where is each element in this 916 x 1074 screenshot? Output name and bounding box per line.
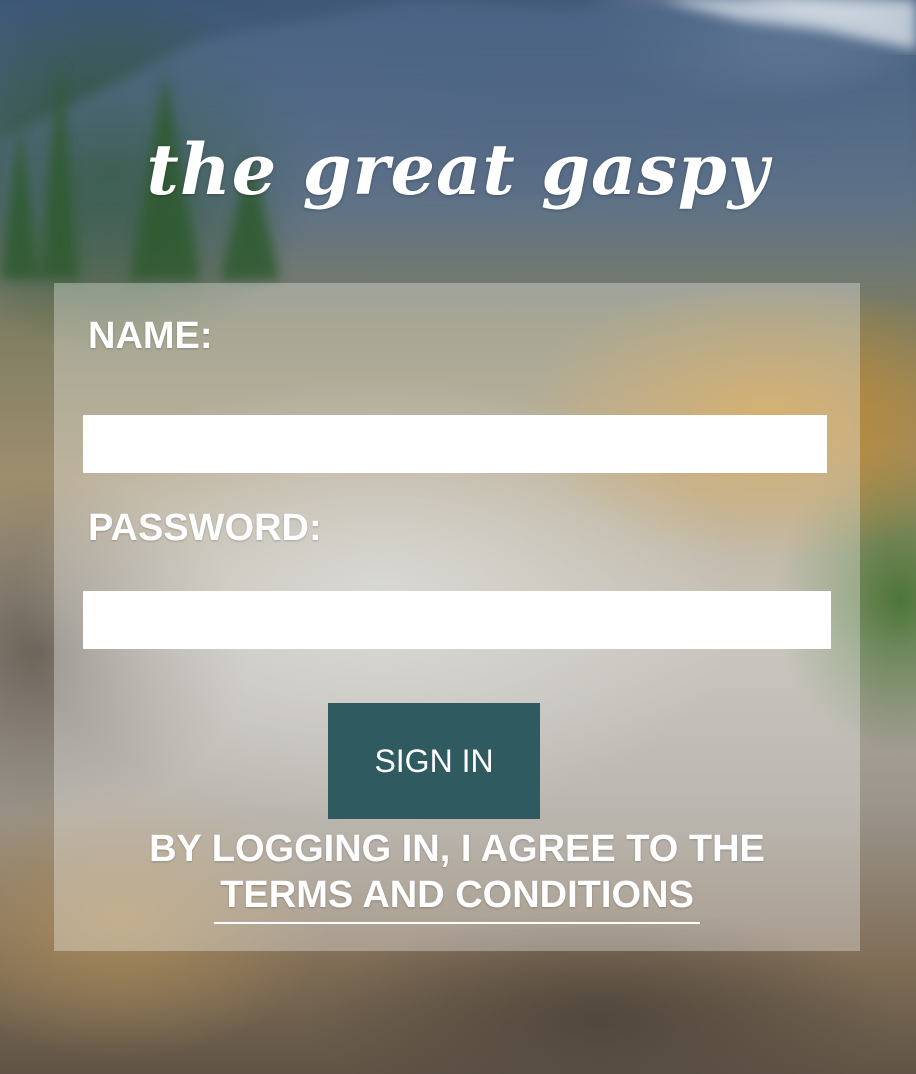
login-panel: NAME: PASSWORD: SIGN IN BY LOGGING IN, I… bbox=[54, 283, 860, 951]
password-input[interactable] bbox=[83, 591, 831, 649]
terms-notice: BY LOGGING IN, I AGREE TO THE TERMS AND … bbox=[54, 826, 860, 924]
terms-prefix-text: BY LOGGING IN, I AGREE TO THE bbox=[149, 828, 765, 870]
password-label: PASSWORD: bbox=[88, 507, 322, 549]
terms-and-conditions-link[interactable]: TERMS AND CONDITIONS bbox=[214, 872, 700, 924]
sign-in-button[interactable]: SIGN IN bbox=[328, 703, 540, 819]
name-label: NAME: bbox=[88, 315, 213, 357]
name-input[interactable] bbox=[83, 415, 827, 473]
app-title: the great gaspy bbox=[146, 128, 770, 211]
